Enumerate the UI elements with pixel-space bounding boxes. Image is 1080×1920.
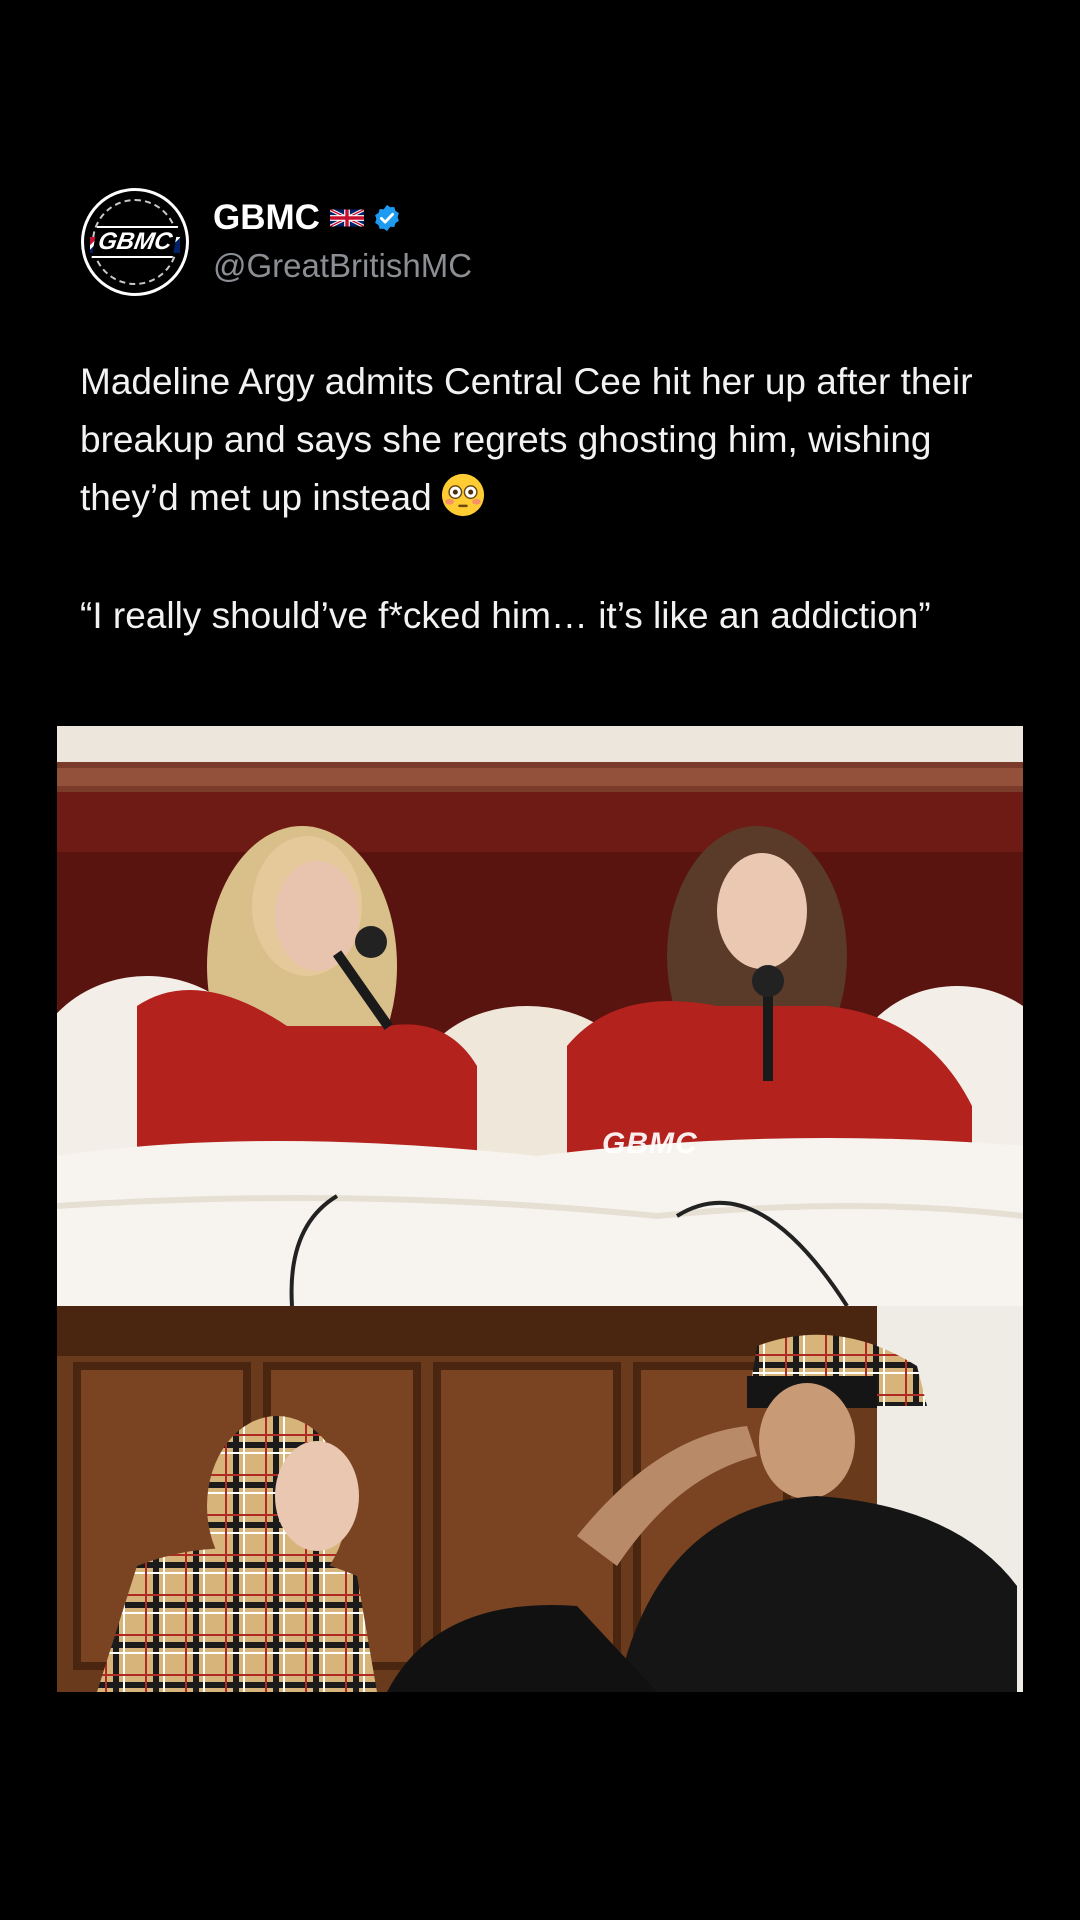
display-name-row: GBMC bbox=[213, 196, 472, 240]
watermark-logo: GBMC bbox=[602, 1127, 698, 1160]
account-names: GBMC @GreatBritishMC bbox=[213, 196, 472, 288]
tweet-media[interactable]: GBMC bbox=[57, 726, 1023, 1692]
podcast-in-bed-photo[interactable]: GBMC bbox=[57, 726, 1023, 1306]
avatar-logo: GBMC bbox=[91, 226, 179, 258]
verified-badge-icon bbox=[375, 204, 399, 232]
avatar[interactable]: GBMC bbox=[81, 188, 189, 296]
tweet-quote: “I really should’ve f*cked him… it’s lik… bbox=[80, 595, 931, 636]
podcast-in-bed-image bbox=[57, 726, 1023, 1306]
tweet-text: Madeline Argy admits Central Cee hit her… bbox=[80, 353, 1020, 527]
couple-in-burberry-image bbox=[57, 1306, 1023, 1692]
tweet-screenshot: GBMC GBMC @GreatBritishMC Madeline Argy … bbox=[0, 0, 1080, 1920]
uk-flag-icon bbox=[329, 209, 364, 227]
tweet-header: GBMC GBMC @GreatBritishMC bbox=[81, 187, 472, 297]
account-handle[interactable]: @GreatBritishMC bbox=[213, 244, 472, 288]
tweet-body: Madeline Argy admits Central Cee hit her… bbox=[80, 361, 983, 518]
flushed-face-emoji-icon bbox=[441, 473, 484, 517]
couple-in-burberry-photo[interactable] bbox=[57, 1306, 1023, 1692]
display-name[interactable]: GBMC bbox=[213, 196, 320, 240]
